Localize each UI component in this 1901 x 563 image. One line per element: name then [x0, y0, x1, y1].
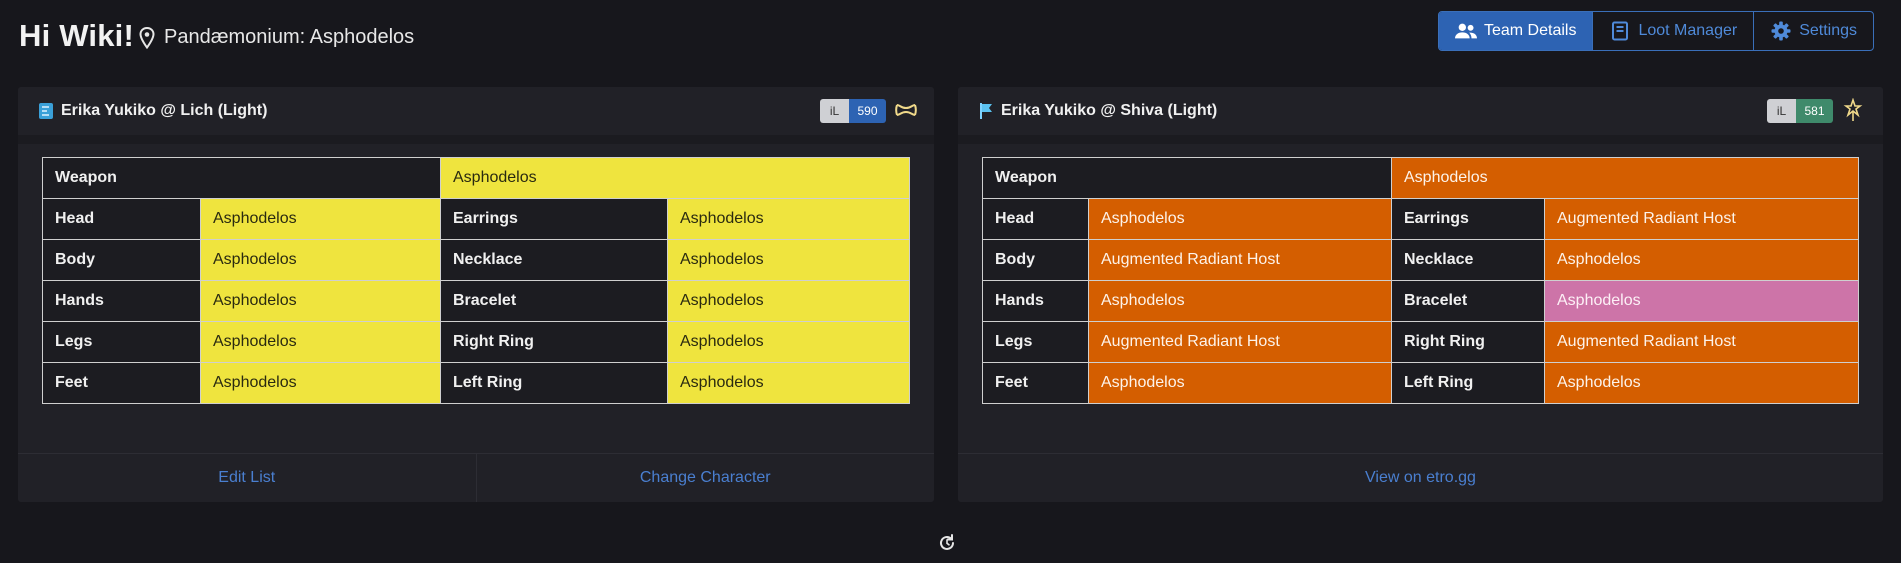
slot-label: Bracelet [440, 280, 668, 322]
slot-value[interactable]: Asphodelos [200, 280, 441, 322]
slot-value[interactable]: Asphodelos [667, 239, 910, 281]
weapon-label: Weapon [42, 157, 441, 199]
scholar-job-icon [39, 103, 53, 119]
table-row: Hands Asphodelos Bracelet Asphodelos [42, 280, 910, 322]
card-title: Erika Yukiko @ Shiva (Light) [1001, 102, 1218, 119]
card-footer: Edit List Change Character [18, 453, 934, 502]
table-row: Hands Asphodelos Bracelet Asphodelos [982, 280, 1859, 322]
slot-value[interactable]: Asphodelos [667, 321, 910, 363]
table-row: Weapon Asphodelos [982, 157, 1859, 199]
slot-value[interactable]: Asphodelos [1544, 239, 1859, 281]
slot-value[interactable]: Asphodelos [667, 198, 910, 240]
table-row: Body Augmented Radiant Host Necklace Asp… [982, 239, 1859, 281]
loot-manager-button[interactable]: Loot Manager [1592, 12, 1753, 50]
slot-label: Right Ring [1391, 321, 1545, 363]
slot-label: Feet [982, 362, 1089, 404]
slot-label: Bracelet [1391, 280, 1545, 322]
slot-label: Left Ring [440, 362, 668, 404]
slot-value[interactable]: Asphodelos [667, 362, 910, 404]
gear-table-wrapper: Weapon Asphodelos Head Asphodelos Earrin… [18, 144, 934, 404]
card-footer: View on etro.gg [958, 453, 1883, 502]
weapon-value[interactable]: Asphodelos [1391, 157, 1859, 199]
slot-label: Left Ring [1391, 362, 1545, 404]
table-row: Feet Asphodelos Left Ring Asphodelos [982, 362, 1859, 404]
card-title: Erika Yukiko @ Lich (Light) [61, 102, 268, 119]
slot-value[interactable]: Augmented Radiant Host [1088, 321, 1392, 363]
table-row: Legs Asphodelos Right Ring Asphodelos [42, 321, 910, 363]
slot-value[interactable]: Asphodelos [1088, 198, 1392, 240]
slot-value[interactable]: Augmented Radiant Host [1088, 239, 1392, 281]
slot-value[interactable]: Asphodelos [1544, 362, 1859, 404]
table-row: Feet Asphodelos Left Ring Asphodelos [42, 362, 910, 404]
change-character-link[interactable]: Change Character [475, 454, 935, 502]
item-level-badge: iL 590 [820, 99, 886, 123]
character-card-lich: Erika Yukiko @ Lich (Light) iL 590 Weapo… [18, 87, 934, 502]
weapon-value[interactable]: Asphodelos [440, 157, 910, 199]
dancer-job-icon [980, 103, 992, 119]
slot-value[interactable]: Asphodelos [1088, 362, 1392, 404]
book-icon [1612, 21, 1629, 41]
main-nav: Team Details Loot Manager Settings [1437, 11, 1874, 51]
table-row: Head Asphodelos Earrings Asphodelos [42, 198, 910, 240]
slot-label: Earrings [440, 198, 668, 240]
team-details-label: Team Details [1483, 22, 1577, 39]
gear-icon [1771, 21, 1791, 41]
card-divider [958, 135, 1883, 144]
team-name: Pandæmonium: Asphodelos [164, 26, 415, 48]
card-divider [18, 135, 934, 144]
loot-manager-label: Loot Manager [1638, 22, 1738, 39]
table-row: Body Asphodelos Necklace Asphodelos [42, 239, 910, 281]
slot-label: Body [42, 239, 201, 281]
users-icon [1454, 23, 1477, 39]
gear-table: Weapon Asphodelos Head Asphodelos Earrin… [982, 157, 1859, 404]
table-row: Head Asphodelos Earrings Augmented Radia… [982, 198, 1859, 240]
slot-label: Legs [42, 321, 201, 363]
settings-label: Settings [1799, 22, 1857, 39]
slot-label: Right Ring [440, 321, 668, 363]
slot-value[interactable]: Asphodelos [200, 239, 441, 281]
slot-label: Necklace [1391, 239, 1545, 281]
slot-label: Body [982, 239, 1089, 281]
slot-value[interactable]: Asphodelos [1544, 280, 1859, 322]
item-level-value: 590 [849, 99, 886, 123]
greeting: Hi Wiki! [19, 18, 134, 53]
card-header: Erika Yukiko @ Lich (Light) iL 590 [18, 87, 934, 135]
slot-value[interactable]: Asphodelos [200, 362, 441, 404]
slot-label: Earrings [1391, 198, 1545, 240]
team-details-button[interactable]: Team Details [1438, 12, 1593, 50]
ranged-dps-role-icon [1843, 98, 1863, 121]
slot-label: Necklace [440, 239, 668, 281]
slot-value[interactable]: Asphodelos [200, 198, 441, 240]
slot-label: Head [42, 198, 201, 240]
view-on-etro-link[interactable]: View on etro.gg [958, 454, 1883, 502]
slot-label: Hands [42, 280, 201, 322]
slot-label: Legs [982, 321, 1089, 363]
slot-value[interactable]: Asphodelos [667, 280, 910, 322]
item-level-badge: iL 581 [1767, 99, 1833, 123]
map-pin-icon [139, 27, 155, 49]
edit-list-link[interactable]: Edit List [18, 454, 476, 502]
item-level-label: iL [1767, 99, 1796, 123]
top-bar: Hi Wiki! Pandæmonium: Asphodelos Team De… [0, 0, 1901, 76]
healer-role-icon [895, 104, 917, 116]
slot-value[interactable]: Augmented Radiant Host [1544, 198, 1859, 240]
slot-value[interactable]: Asphodelos [1088, 280, 1392, 322]
slot-label: Feet [42, 362, 201, 404]
slot-label: Head [982, 198, 1089, 240]
character-card-shiva: Erika Yukiko @ Shiva (Light) iL 581 Weap… [958, 87, 1883, 502]
refresh-icon[interactable] [937, 533, 957, 553]
table-row: Legs Augmented Radiant Host Right Ring A… [982, 321, 1859, 363]
weapon-label: Weapon [982, 157, 1392, 199]
gear-table-wrapper: Weapon Asphodelos Head Asphodelos Earrin… [958, 144, 1883, 404]
card-header: Erika Yukiko @ Shiva (Light) iL 581 [958, 87, 1883, 135]
settings-button[interactable]: Settings [1753, 12, 1873, 50]
item-level-label: iL [820, 99, 849, 123]
slot-value[interactable]: Asphodelos [200, 321, 441, 363]
slot-label: Hands [982, 280, 1089, 322]
slot-value[interactable]: Augmented Radiant Host [1544, 321, 1859, 363]
item-level-value: 581 [1796, 99, 1833, 123]
gear-table: Weapon Asphodelos Head Asphodelos Earrin… [42, 157, 910, 404]
table-row: Weapon Asphodelos [42, 157, 910, 199]
